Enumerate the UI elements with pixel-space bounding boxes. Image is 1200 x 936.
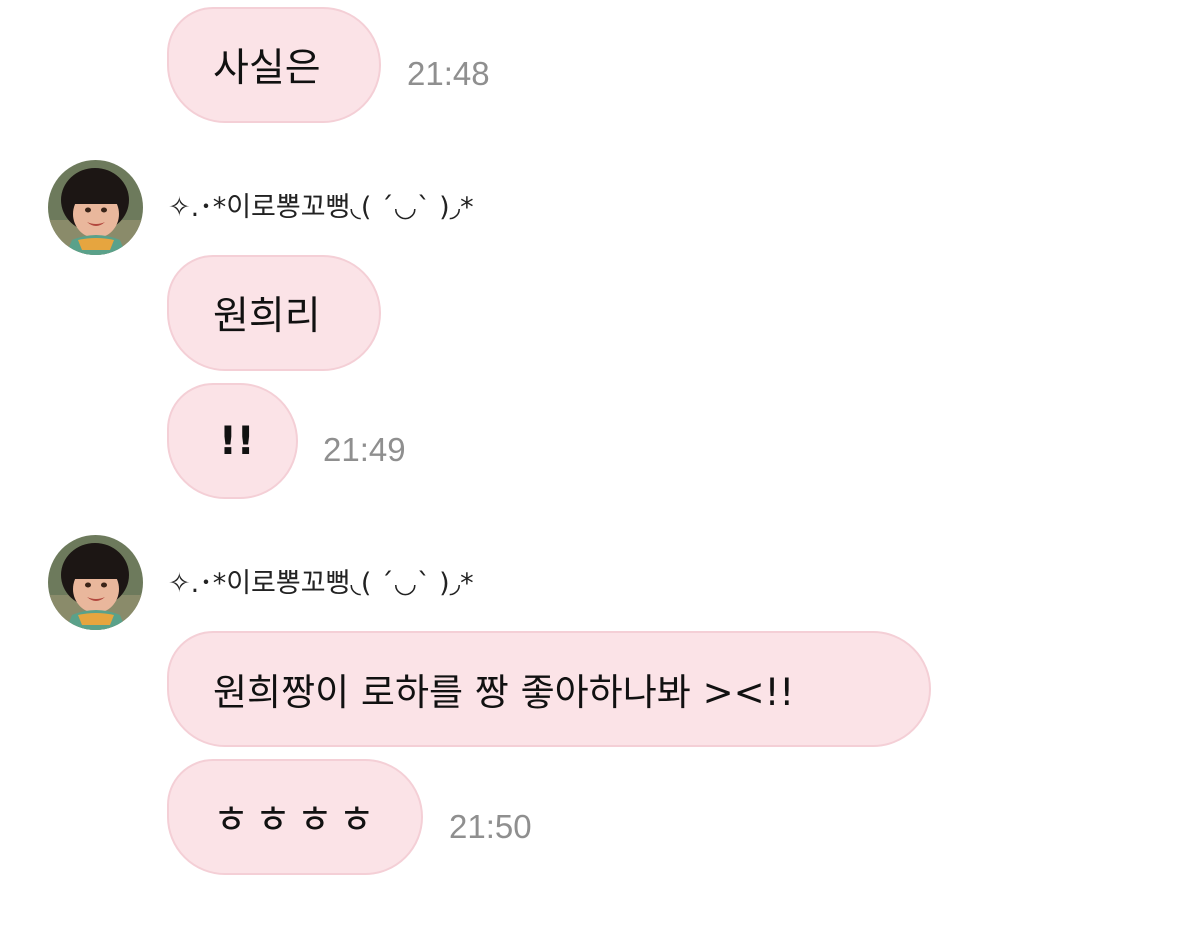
message-text: 사실은 (213, 46, 321, 91)
sender-avatar[interactable] (48, 160, 143, 255)
message-text: 원희리 (213, 294, 321, 339)
message-text: !! (219, 418, 255, 464)
message-text: 원희짱이 로하를 짱 좋아하나봐 ><!! (213, 671, 795, 714)
message-bubble[interactable]: ㅎㅎㅎㅎ (167, 759, 423, 875)
message-text: ㅎㅎㅎㅎ (213, 798, 381, 843)
message-bubble[interactable]: 원희리 (167, 255, 381, 371)
sender-name: ✧.･*이로뽕꼬뻥◟( ˊ◡ˋ )◞* (168, 568, 474, 599)
message-bubble[interactable]: 사실은 (167, 7, 381, 123)
sender-name: ✧.･*이로뽕꼬뻥◟( ˊ◡ˋ )◞* (168, 192, 474, 223)
sender-avatar[interactable] (48, 535, 143, 630)
message-timestamp: 21:50 (449, 808, 532, 845)
message-bubble[interactable]: 원희짱이 로하를 짱 좋아하나봐 ><!! (167, 631, 931, 747)
message-timestamp: 21:48 (407, 55, 490, 92)
message-timestamp: 21:49 (323, 431, 406, 468)
message-bubble[interactable]: !! (167, 383, 298, 499)
